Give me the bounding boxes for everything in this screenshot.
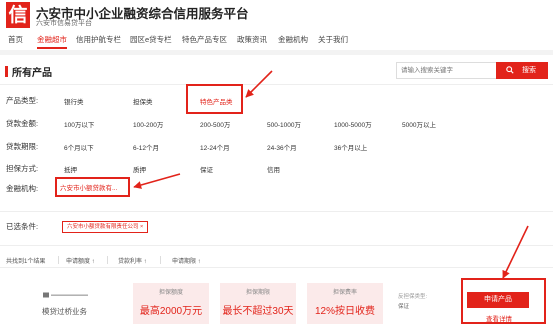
filter-label-loan-term: 贷款期限: — [6, 142, 39, 151]
filter-option-surety[interactable]: 保证 — [200, 164, 213, 174]
site-subtitle: 六安市信易贷平台 — [36, 20, 92, 27]
filter-option-term-3[interactable]: 12-24个月 — [200, 142, 230, 152]
main-nav: 首页 金融超市 信用护航专栏 园区e贷专栏 特色产品专区 政策资讯 金融机构 关… — [0, 32, 553, 50]
stat-value: 最高2000万元 — [139, 306, 203, 317]
filter-option-amount-3[interactable]: 200-500万 — [200, 119, 230, 129]
filter-option-term-2[interactable]: 6-12个月 — [133, 142, 159, 152]
filter-option-amount-6[interactable]: 5000万以上 — [402, 119, 436, 129]
sort-separator — [107, 256, 108, 264]
filters-divider — [0, 211, 553, 212]
search-icon — [506, 66, 514, 74]
filter-label-loan-amount: 贷款金额: — [6, 119, 39, 128]
nav-item-featured-products[interactable]: 特色产品专区 — [182, 34, 227, 45]
site-logo[interactable]: 信 — [6, 2, 30, 28]
highlight-box-apply — [461, 278, 546, 324]
sort-separator — [58, 256, 59, 264]
sort-bar: 共找到1个结果 申请额度 ↑ 贷款利率 ↑ 申请期限 ↑ — [0, 252, 553, 266]
filter-option-term-4[interactable]: 24-36个月 — [267, 142, 297, 152]
result-count: 共找到1个结果 — [6, 259, 46, 265]
filter-option-term-5[interactable]: 36个月以上 — [334, 142, 367, 152]
highlight-box-institution — [55, 177, 130, 197]
product-name[interactable]: 模贷过桥业务 — [42, 306, 87, 317]
stat-label: 担保额度 — [158, 290, 183, 296]
nav-item-credit-escort[interactable]: 信用护航专栏 — [76, 34, 121, 45]
filter-label-product-type: 产品类型: — [6, 96, 39, 105]
search-input[interactable] — [396, 62, 496, 79]
section-title: 所有产品 — [12, 68, 52, 79]
highlight-box-featured — [186, 84, 243, 114]
filter-option-credit[interactable]: 信用 — [267, 164, 280, 174]
nav-item-finance-market[interactable]: 金融超市 — [37, 34, 67, 45]
conditions-divider — [0, 245, 553, 246]
nav-item-policy-news[interactable]: 政策资讯 — [237, 34, 267, 45]
nav-item-institutions[interactable]: 金融机构 — [278, 34, 308, 45]
institution-logo-icon — [43, 292, 88, 298]
filter-option-guarantee-type[interactable]: 担保类 — [133, 96, 153, 106]
sort-interest-rate[interactable]: 贷款利率 ↑ — [118, 256, 147, 265]
filter-option-term-1[interactable]: 6个月以下 — [64, 142, 94, 152]
filter-option-pledge[interactable]: 质押 — [133, 164, 146, 174]
filter-label-guarantee: 担保方式: — [6, 164, 39, 173]
filter-option-amount-4[interactable]: 500-1000万 — [267, 119, 301, 129]
nav-item-park-eloan[interactable]: 园区e贷专栏 — [130, 34, 172, 45]
stat-guarantee-amount: 担保额度 最高2000万元 — [133, 283, 209, 324]
nav-item-home[interactable]: 首页 — [8, 34, 23, 45]
filter-option-amount-1[interactable]: 100万以下 — [64, 119, 94, 129]
search-button-label: 搜索 — [522, 67, 536, 74]
counter-guarantee-value: 保证 — [398, 304, 410, 310]
sort-divider — [0, 267, 553, 268]
filter-option-mortgage[interactable]: 抵押 — [64, 164, 77, 174]
filter-option-amount-2[interactable]: 100-200万 — [133, 119, 163, 129]
nav-active-underline — [37, 47, 67, 49]
condition-tag-institution[interactable]: 六安市小额贷款有限责任公司 × — [62, 221, 149, 233]
search-button[interactable]: 搜索 — [496, 62, 548, 79]
section-title-marker — [5, 66, 8, 77]
filter-label-institution: 金融机构: — [6, 184, 39, 193]
sort-separator — [160, 256, 161, 264]
stat-label: 担保费率 — [332, 290, 357, 296]
nav-item-about[interactable]: 关于我们 — [318, 34, 348, 45]
filter-option-bank[interactable]: 银行类 — [64, 96, 84, 106]
stat-value: 最长不超过30天 — [222, 306, 294, 317]
sort-apply-amount[interactable]: 申请额度 ↑ — [66, 256, 95, 265]
counter-guarantee-label: 反担保类型: — [398, 294, 428, 300]
stat-value: 12%按日收费 — [314, 306, 375, 317]
stat-guarantee-fee: 担保费率 12%按日收费 — [307, 283, 383, 324]
stat-label: 担保期限 — [245, 290, 270, 296]
stat-guarantee-term: 担保期限 最长不超过30天 — [220, 283, 296, 324]
sort-apply-term[interactable]: 申请期限 ↑ — [172, 256, 201, 265]
section-divider — [0, 84, 553, 85]
filter-option-amount-5[interactable]: 1000-5000万 — [334, 119, 372, 129]
conditions-label: 已选条件: — [6, 222, 39, 231]
